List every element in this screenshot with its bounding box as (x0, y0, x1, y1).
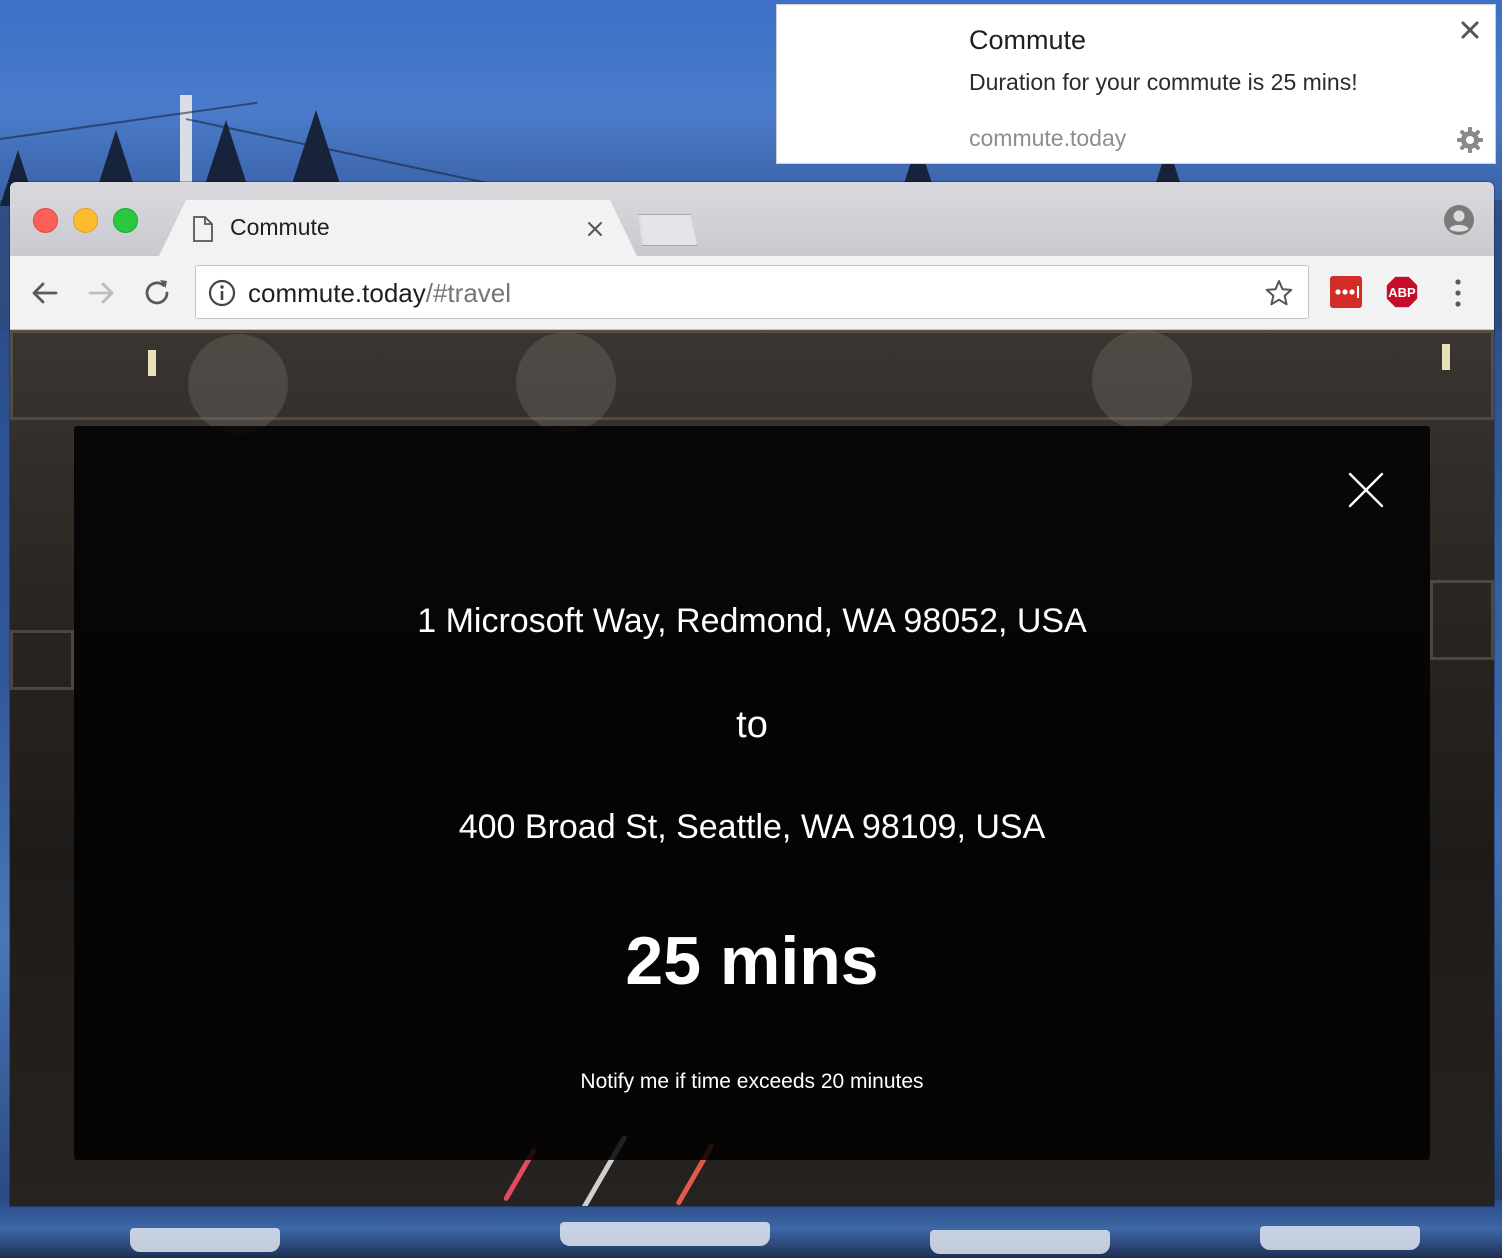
forward-arrow-icon[interactable] (84, 276, 118, 310)
wallpaper-boat (130, 1228, 280, 1252)
system-notification[interactable]: Commute Duration for your commute is 25 … (776, 4, 1496, 164)
background-structure (10, 630, 74, 690)
wallpaper-boat (560, 1222, 770, 1246)
wallpaper-boat (1260, 1226, 1420, 1250)
window-zoom-button[interactable] (113, 208, 138, 233)
reload-icon[interactable] (140, 276, 174, 310)
notify-threshold-link[interactable]: Notify me if time exceeds 20 minutes (74, 1070, 1430, 1094)
origin-address: 1 Microsoft Way, Redmond, WA 98052, USA (417, 602, 1087, 640)
background-window-light (148, 350, 156, 376)
commute-duration: 25 mins (625, 923, 879, 999)
wallpaper-tree (290, 110, 342, 190)
url-text[interactable]: commute.today/#travel (248, 278, 511, 309)
notification-title: Commute (969, 25, 1087, 55)
url-host: commute.today (248, 278, 426, 308)
notification-message: Duration for your commute is 25 mins! (969, 69, 1358, 95)
title-bar: Commute (10, 182, 1494, 258)
browser-window: Commute commute.today/#travel ABP 1 Micr… (10, 182, 1494, 1206)
notification-source: commute.today (969, 125, 1127, 151)
abp-label: ABP (1388, 285, 1416, 300)
gear-icon[interactable] (1455, 125, 1485, 155)
info-icon[interactable] (208, 279, 236, 307)
back-arrow-icon[interactable] (28, 276, 62, 310)
destination-address: 400 Broad St, Seattle, WA 98109, USA (458, 808, 1046, 846)
toolbar: commute.today/#travel ABP (10, 256, 1494, 330)
background-signal (516, 332, 616, 432)
modal-close-icon[interactable] (1348, 472, 1384, 508)
window-close-button[interactable] (33, 208, 58, 233)
address-bar[interactable]: commute.today/#travel (195, 265, 1309, 319)
document-icon (193, 216, 213, 242)
tab-close-icon[interactable] (586, 220, 604, 238)
bookmark-star-icon[interactable] (1264, 278, 1294, 308)
background-structure (1430, 580, 1494, 660)
tab-title: Commute (230, 214, 330, 240)
background-signal (1092, 330, 1192, 430)
background-signal (188, 334, 288, 434)
lastpass-icon (1335, 286, 1359, 298)
profile-icon[interactable] (1443, 204, 1475, 236)
wallpaper-edge (1494, 330, 1502, 1200)
background-window-light (1442, 344, 1450, 370)
commute-result-modal: 1 Microsoft Way, Redmond, WA 98052, USA … (74, 426, 1430, 1160)
route-connector: to (736, 704, 768, 746)
close-icon[interactable] (1457, 17, 1483, 43)
wallpaper-boat (930, 1230, 1110, 1254)
url-path: /#travel (425, 278, 512, 308)
lastpass-extension-button[interactable] (1330, 276, 1362, 308)
page-content: 1 Microsoft Way, Redmond, WA 98052, USA … (10, 330, 1494, 1206)
tab-commute[interactable]: Commute (158, 200, 638, 258)
window-minimize-button[interactable] (73, 208, 98, 233)
adblock-plus-icon[interactable]: ABP (1385, 275, 1419, 309)
wallpaper-edge (0, 330, 10, 1200)
more-menu-icon[interactable] (1450, 276, 1466, 310)
